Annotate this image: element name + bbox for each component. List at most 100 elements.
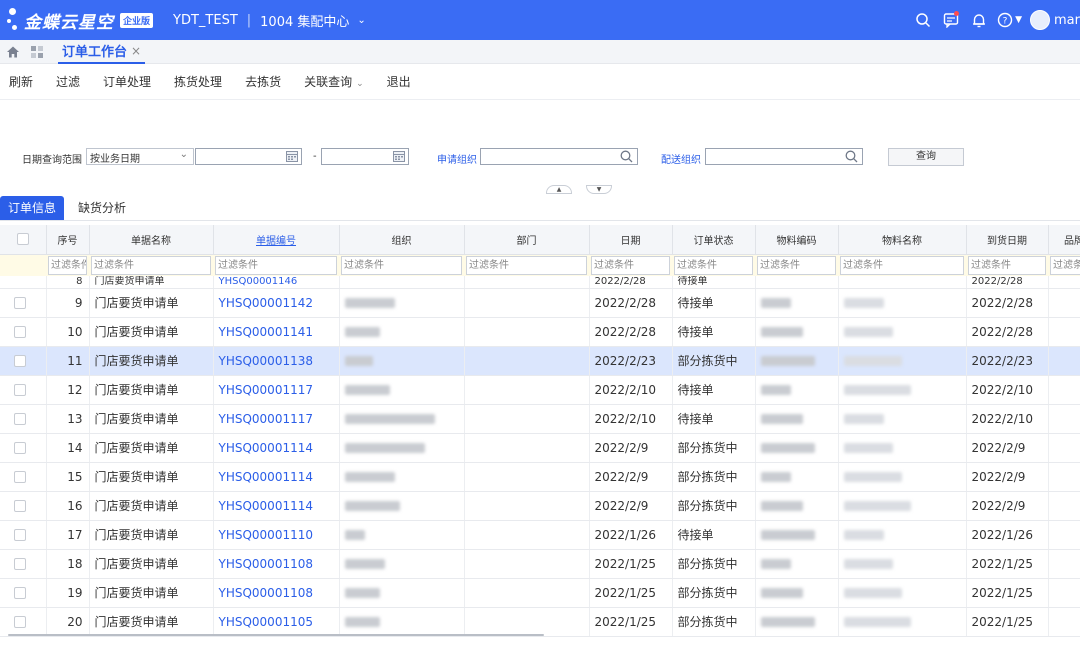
- row-bill-no-link[interactable]: YHSQ00001105: [213, 607, 340, 637]
- avatar[interactable]: [1030, 10, 1051, 30]
- row-doc-name: 门店要货申请单: [89, 491, 214, 521]
- table-row[interactable]: 12 门店要货申请单 YHSQ00001117 2022/2/10 待接单 2022/2/…: [0, 375, 1080, 405]
- column-filter-input[interactable]: 过滤条件: [757, 255, 836, 275]
- related-query-button[interactable]: 关联查询 ⌄: [304, 73, 364, 90]
- row-bill-no-link[interactable]: YHSQ00001117: [213, 375, 340, 405]
- table-row[interactable]: 20 门店要货申请单 YHSQ00001105 2022/1/25 部分拣货中 2022/…: [0, 607, 1080, 637]
- col-header-date[interactable]: 日期: [589, 225, 673, 255]
- calendar-icon[interactable]: [286, 151, 298, 162]
- col-header-arrival-date[interactable]: 到货日期: [966, 225, 1049, 255]
- row-bill-no-link[interactable]: YHSQ00001141: [213, 317, 340, 347]
- close-icon[interactable]: ×: [131, 44, 141, 58]
- row-bill-no-link[interactable]: YHSQ00001117: [213, 404, 340, 434]
- col-header-status[interactable]: 订单状态: [672, 225, 756, 255]
- help-menu[interactable]: ? ▼: [997, 12, 1022, 28]
- column-filter-input[interactable]: 过滤条件: [674, 255, 753, 275]
- delivery-org-label[interactable]: 配送组织: [661, 151, 701, 166]
- exit-button[interactable]: 退出: [387, 73, 411, 90]
- row-checkbox[interactable]: [14, 586, 26, 599]
- refresh-button[interactable]: 刷新: [9, 73, 33, 90]
- collapse-up-icon[interactable]: ▲: [546, 185, 572, 194]
- picking-process-button[interactable]: 拣货处理: [174, 73, 222, 90]
- col-header-org[interactable]: 组织: [339, 225, 465, 255]
- col-header-material-name[interactable]: 物料名称: [838, 225, 967, 255]
- search-icon[interactable]: [845, 150, 858, 163]
- go-picking-button[interactable]: 去拣货: [245, 73, 281, 90]
- row-checkbox[interactable]: [14, 441, 26, 454]
- row-bill-no-link[interactable]: YHSQ00001108: [213, 578, 340, 608]
- column-filter-input[interactable]: 过滤条件: [591, 255, 670, 275]
- environment-switcher[interactable]: YDT_TEST | 1004 集配中心 ⌄: [173, 11, 366, 30]
- col-header-dept[interactable]: 部门: [464, 225, 590, 255]
- apply-org-label[interactable]: 申请组织: [437, 151, 477, 166]
- row-bill-no-link[interactable]: YHSQ00001138: [213, 346, 340, 376]
- row-checkbox[interactable]: [14, 325, 26, 338]
- apply-org-field[interactable]: [480, 148, 638, 165]
- table-row[interactable]: 8 门店要货申请单 YHSQ00001146 2022/2/28 待接单 202…: [0, 276, 1080, 289]
- row-bill-no-link[interactable]: YHSQ00001114: [213, 491, 340, 521]
- end-date-field[interactable]: [321, 148, 409, 165]
- tab-order-info[interactable]: 订单信息: [0, 196, 65, 220]
- row-checkbox[interactable]: [14, 412, 26, 425]
- row-checkbox[interactable]: [14, 557, 26, 570]
- row-checkbox[interactable]: [14, 615, 26, 628]
- row-checkbox[interactable]: [14, 383, 26, 396]
- date-type-select[interactable]: 按业务日期 ⌄: [86, 148, 194, 165]
- row-bill-no-link[interactable]: YHSQ00001114: [213, 433, 340, 463]
- edition-badge: 企业版: [120, 12, 154, 28]
- column-filter-input[interactable]: 过滤条件: [91, 255, 211, 275]
- col-header-seq[interactable]: 序号: [46, 225, 90, 255]
- col-header-doc-name[interactable]: 单据名称: [89, 225, 214, 255]
- table-row[interactable]: 14 门店要货申请单 YHSQ00001114 2022/2/9 部分拣货中 2022/2…: [0, 433, 1080, 463]
- row-bill-no-link[interactable]: YHSQ00001108: [213, 549, 340, 579]
- apps-grid-icon[interactable]: [30, 45, 44, 59]
- table-row[interactable]: 17 门店要货申请单 YHSQ00001110 2022/1/26 待接单 2022/1/…: [0, 520, 1080, 550]
- table-row[interactable]: 10 门店要货申请单 YHSQ00001141 2022/2/28 待接单 2022/2/…: [0, 317, 1080, 347]
- row-checkbox[interactable]: [14, 499, 26, 512]
- home-icon[interactable]: [6, 45, 20, 59]
- row-bill-no-link[interactable]: YHSQ00001110: [213, 520, 340, 550]
- delivery-org-field[interactable]: [705, 148, 863, 165]
- table-row[interactable]: 9 门店要货申请单 YHSQ00001142 2022/2/28 待接单 2022/2/2…: [0, 288, 1080, 318]
- table-row[interactable]: 16 门店要货申请单 YHSQ00001114 2022/2/9 部分拣货中 2022/2…: [0, 491, 1080, 521]
- row-checkbox[interactable]: [14, 528, 26, 541]
- expand-down-icon[interactable]: ▼: [586, 185, 612, 194]
- col-header-brand[interactable]: 品牌: [1048, 225, 1080, 255]
- table-row[interactable]: 19 门店要货申请单 YHSQ00001108 2022/1/25 部分拣货中 2022/…: [0, 578, 1080, 608]
- order-grid: 序号 单据名称 单据编号 组织 部门 日期 订单状态 物料编码 物料名称 到货日…: [0, 225, 1080, 645]
- table-row[interactable]: 15 门店要货申请单 YHSQ00001114 2022/2/9 部分拣货中 2022/2…: [0, 462, 1080, 492]
- column-filter-input[interactable]: 过滤条件: [840, 255, 964, 275]
- row-bill-no-link[interactable]: YHSQ00001142: [213, 288, 340, 318]
- row-checkbox[interactable]: [14, 354, 26, 367]
- row-bill-no-link[interactable]: YHSQ00001146: [213, 276, 340, 289]
- bell-icon[interactable]: [965, 0, 993, 40]
- column-filter-input[interactable]: 过滤条件: [466, 255, 587, 275]
- order-process-button[interactable]: 订单处理: [103, 73, 151, 90]
- column-filter-input[interactable]: 过滤条件: [215, 255, 337, 275]
- tab-order-workbench[interactable]: 订单工作台 ×: [58, 40, 146, 64]
- tab-shortage-analysis[interactable]: 缺货分析: [70, 196, 134, 220]
- start-date-field[interactable]: [195, 148, 302, 165]
- column-filter-input[interactable]: 过滤条件: [48, 255, 87, 275]
- table-row[interactable]: 13 门店要货申请单 YHSQ00001117 2022/2/10 待接单 2022/2/…: [0, 404, 1080, 434]
- column-filter-input[interactable]: 过滤条件: [1050, 255, 1080, 275]
- table-row[interactable]: 11 门店要货申请单 YHSQ00001138 2022/2/23 部分拣货中 2022/…: [0, 346, 1080, 376]
- column-filter-input[interactable]: 过滤条件: [968, 255, 1046, 275]
- search-icon[interactable]: [620, 150, 633, 163]
- table-row[interactable]: 18 门店要货申请单 YHSQ00001108 2022/1/25 部分拣货中 2022/…: [0, 549, 1080, 579]
- col-header-material-code[interactable]: 物料编码: [755, 225, 839, 255]
- row-bill-no-link[interactable]: YHSQ00001114: [213, 462, 340, 492]
- row-checkbox[interactable]: [14, 296, 26, 309]
- message-icon[interactable]: [937, 0, 965, 40]
- user-name[interactable]: mar: [1054, 13, 1080, 28]
- query-button[interactable]: 查询: [888, 148, 964, 166]
- horizontal-scrollbar[interactable]: [8, 634, 544, 636]
- row-checkbox[interactable]: [14, 470, 26, 483]
- filter-button[interactable]: 过滤: [56, 73, 80, 90]
- select-all-checkbox[interactable]: [16, 233, 29, 246]
- app-logo[interactable]: 金蝶云星空 企业版: [6, 6, 154, 34]
- search-icon[interactable]: [909, 0, 937, 40]
- column-filter-input[interactable]: 过滤条件: [341, 255, 462, 275]
- col-header-bill-no[interactable]: 单据编号: [213, 225, 340, 255]
- calendar-icon[interactable]: [393, 151, 405, 162]
